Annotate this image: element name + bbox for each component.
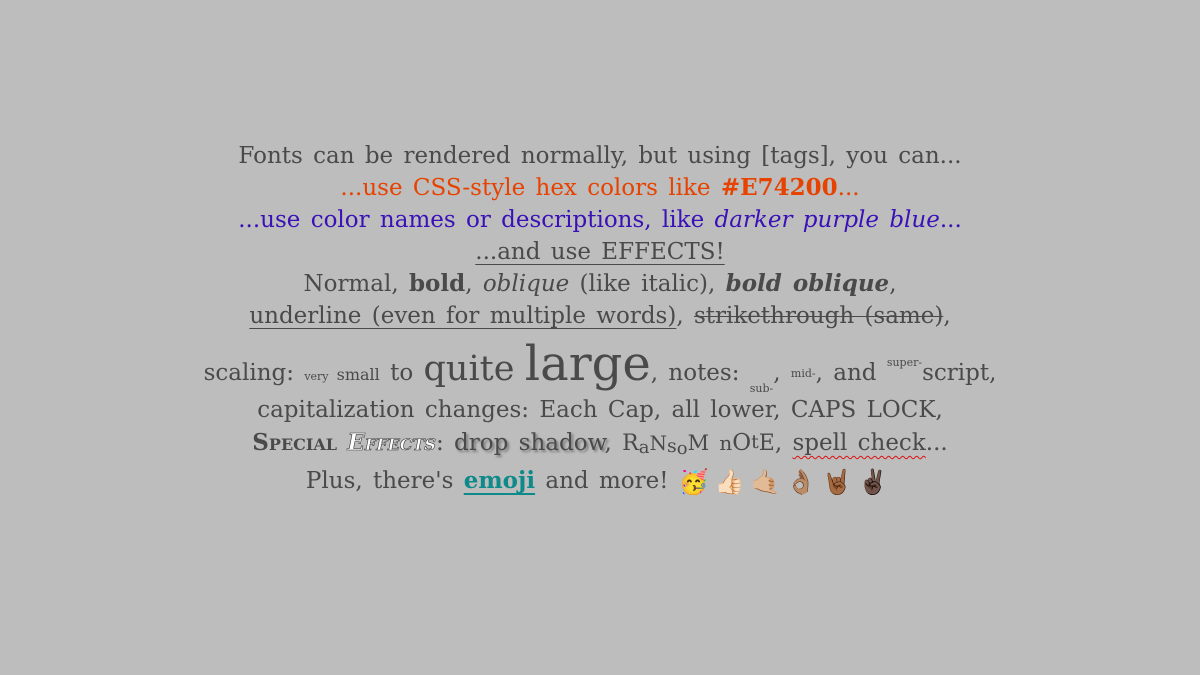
sep: , [943,303,951,329]
normal-text: Normal, [303,271,409,297]
color-name-example: darker purple blue [714,207,940,233]
and-text: , and [815,360,887,386]
ransom-space [709,427,719,459]
sep: , [604,430,623,456]
styles-line: Normal, bold, oblique (like italic), bol… [0,268,1200,300]
hex-color-text: ...use CSS-style hex colors like [340,175,721,201]
large-text: large [524,336,651,392]
emoji-word: emoji [463,467,536,494]
ransom-letter: n [719,431,733,455]
spell-check-text: spell check [792,430,926,456]
quite-text: quite [423,349,515,389]
plus-text: Plus, there's [305,468,464,494]
and-more-text: and more! [535,468,679,494]
underline-text: underline (even for multiple words) [249,303,677,329]
ransom-letter: N [649,431,667,455]
rich-text-demo: Fonts can be rendered normally, but usin… [0,140,1200,498]
midscript-text: mid- [790,367,816,380]
hex-code: #E74200 [720,174,838,201]
ransom-letter: M [687,431,710,455]
ransom-letter: a [638,437,650,458]
emoji-icons: 🥳👍🏻🤙🏼👌🏽🤘🏾✌🏿 [678,468,895,496]
bold-text: bold [408,270,466,297]
ransom-note-text: RaNsoM nOtE [622,427,775,459]
sep: : [435,430,455,456]
to-text: to [379,360,424,386]
superscript-text: super- [886,356,923,369]
ransom-letter: O [732,430,752,456]
notes-label: , notes: [650,360,750,386]
intro-line: Fonts can be rendered normally, but usin… [238,143,962,169]
scaling-line: scaling: very small to quite large, note… [0,332,1200,395]
scaling-label: scaling: [203,360,305,386]
ransom-letter: s [666,435,677,457]
sep: , [465,271,483,297]
ransom-letter: R [622,431,639,456]
sep: , [676,303,694,329]
strikethrough-text: strikethrough (same) [693,303,944,329]
effects-heading: ...and use EFFECTS! [475,239,725,265]
hex-ellipsis: ... [837,175,860,201]
hex-color-line: ...use CSS-style hex colors like #E74200… [0,172,1200,204]
color-name-text: ...use color names or descriptions, like [238,207,715,233]
like-italic-text: (like italic), [569,271,726,297]
small-text: small [328,365,380,384]
sep: , [889,271,897,297]
decoration-line: underline (even for multiple words), str… [0,300,1200,332]
script-text: script, [922,360,997,386]
capitalization-line: capitalization changes: Each Cap, all lo… [257,397,943,423]
color-name-ellipsis: ... [939,207,962,233]
bold-oblique-text: bold oblique [725,270,890,297]
very-small-text: very [304,370,329,383]
drop-shadow-text: drop shadow [454,430,605,456]
ransom-letter: t [751,431,759,453]
emoji-line: Plus, there's emoji and more! 🥳👍🏻🤙🏼👌🏽🤘🏾✌… [0,465,1200,498]
color-name-line: ...use color names or descriptions, like… [0,204,1200,236]
ransom-letter: o [676,438,688,459]
ransom-letter: E [758,431,775,456]
sep: , [774,430,793,456]
special-effects-line: Special Effects: drop shadow, RaNsoM nOt… [0,426,1200,465]
sep: ... [925,430,948,456]
special-text: Special [252,429,338,456]
sep: , [773,360,791,386]
effects-outline-text: Effects [347,429,436,457]
oblique-text: oblique [482,271,570,297]
effects-line: ...and use EFFECTS! [0,236,1200,268]
